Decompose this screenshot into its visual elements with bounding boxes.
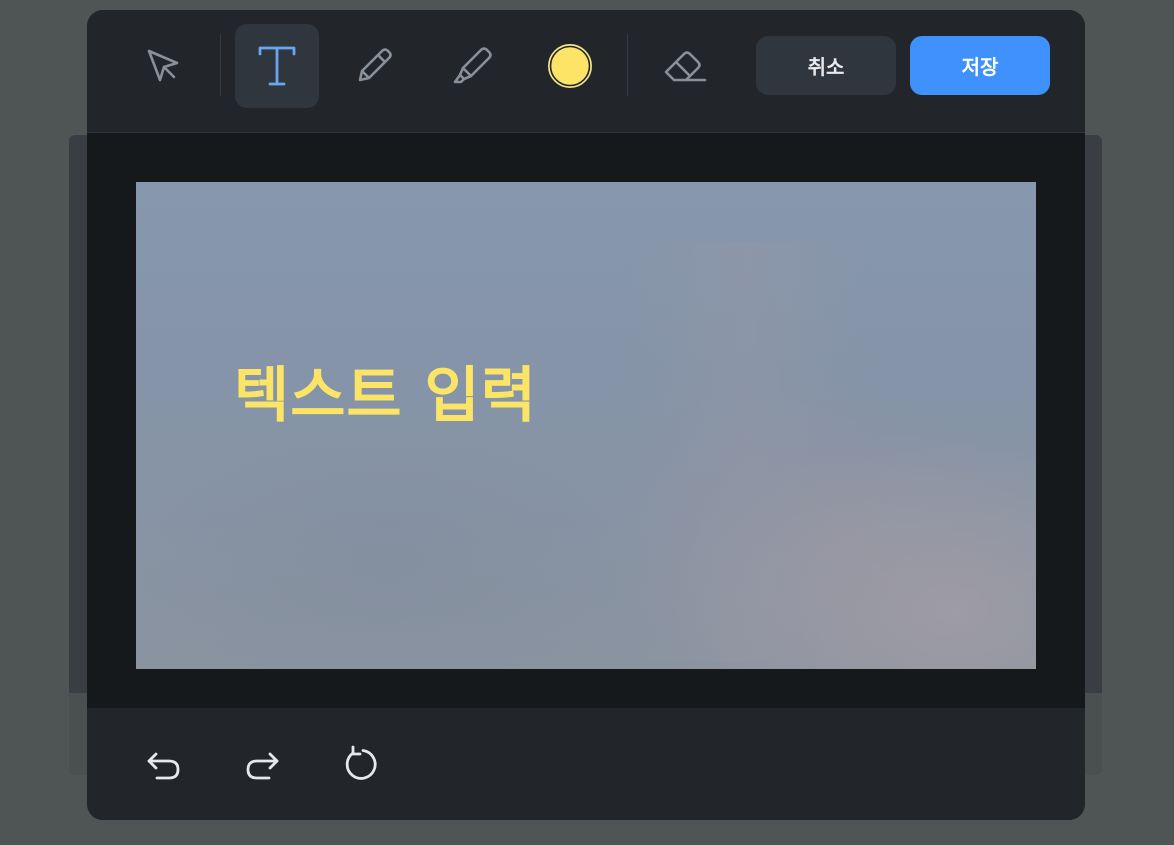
eraser-icon [664, 51, 707, 82]
editor-toolbar: 취소 저장 [87, 10, 1085, 133]
pencil-tool-button[interactable] [332, 24, 416, 108]
redo-button[interactable] [232, 734, 292, 794]
image-editor-dialog: 취소 저장 텍스트 입력 [87, 10, 1085, 820]
redo-icon [246, 752, 279, 780]
pencil-icon [358, 48, 392, 82]
edited-image[interactable]: 텍스트 입력 [136, 182, 1036, 669]
toolbar-divider [220, 34, 221, 96]
undo-button[interactable] [134, 734, 194, 794]
color-swatch-icon [548, 44, 592, 88]
color-picker-button[interactable] [528, 24, 612, 108]
cancel-button[interactable]: 취소 [756, 36, 896, 95]
reset-button[interactable] [330, 734, 390, 794]
reset-icon [345, 745, 377, 780]
image-texture [616, 242, 876, 662]
select-tool-button[interactable] [121, 24, 205, 108]
cursor-icon [147, 49, 179, 82]
history-bar [87, 708, 1085, 820]
editing-canvas[interactable]: 텍스트 입력 [87, 133, 1085, 708]
eraser-tool-button[interactable] [642, 24, 726, 108]
toolbar-divider [627, 34, 628, 96]
highlighter-tool-button[interactable] [430, 24, 514, 108]
save-button[interactable]: 저장 [910, 36, 1050, 95]
undo-icon [147, 752, 180, 780]
text-tool-button[interactable] [235, 24, 319, 108]
text-icon [258, 46, 296, 86]
text-annotation[interactable]: 텍스트 입력 [234, 347, 537, 434]
highlighter-icon [453, 47, 492, 84]
